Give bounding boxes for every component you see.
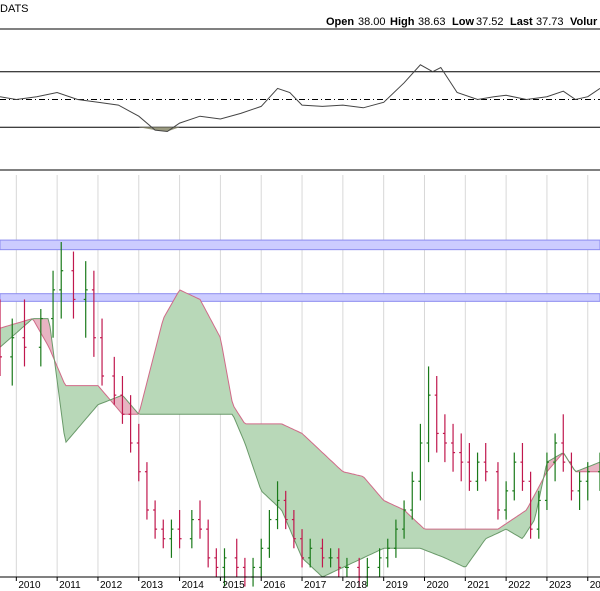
price-bar [169,519,174,558]
open-value: 38.00 [358,16,386,28]
price-bar [100,318,105,386]
high-label: High [390,16,415,28]
x-tick-label-2019: 2019 [386,580,409,591]
price-bar [520,443,525,491]
price-bar [569,452,574,501]
price-bar [451,423,456,472]
price-bar [577,471,582,510]
last-value: 37.73 [536,16,564,28]
price-bar [22,299,27,367]
x-tick-label-2016: 2016 [263,580,286,591]
price-bar [561,414,566,472]
symbol-label: DATS [0,3,29,15]
x-tick-label-2021: 2021 [467,580,490,591]
price-bar [512,452,517,501]
price-bar [475,452,480,491]
price-bar [177,510,182,549]
x-tick-label-2010: 2010 [18,580,41,591]
volume-label: Volur [570,16,598,28]
price-bar [136,423,141,482]
x-tick-label-2011: 2011 [59,580,81,591]
price-bar [442,414,447,463]
price-bar [426,366,431,463]
oscillator-panel [0,28,600,171]
price-bar [206,519,211,568]
price-bar [51,270,56,338]
ichimoku-price-chart: DATS Open 38.00 High 38.63 Low 37.52 Las… [0,0,600,591]
high-value: 38.63 [418,16,446,28]
price-bar [38,309,43,367]
price-bar [234,538,239,577]
x-tick-label-2020: 2020 [426,580,449,591]
price-bar [459,433,464,482]
x-tick-label-2015: 2015 [222,580,245,591]
resistance-band-0 [0,239,600,251]
price-bar [91,270,96,357]
x-tick-label-2018: 2018 [345,580,368,591]
price-bar [267,510,272,558]
cloud-segment-4 [140,290,544,577]
low-label: Low [452,16,474,28]
resistance-band-1 [0,293,600,302]
price-bar [434,376,439,453]
price-bar [189,510,194,549]
x-tick-label-2024: 2024 [590,580,600,591]
x-tick-label-2013: 2013 [141,580,164,591]
x-tick-label-2017: 2017 [304,580,327,591]
osc-oversold-fill [0,127,600,132]
price-bar [59,242,64,319]
open-label: Open [326,16,354,28]
price-bar [410,471,415,520]
last-label: Last [510,16,533,28]
price-bar [71,251,76,319]
price-bar [483,443,488,482]
osc-line [0,64,600,133]
price-panel: 2010 2011 2012 2013 2014 2015 2016 2017 2018 2019… [0,175,600,591]
price-bar [377,548,382,577]
x-tick-label-2014: 2014 [182,580,205,591]
price-bar [259,538,264,577]
price-bar [214,548,219,577]
price-bar [161,519,166,549]
price-bar [495,462,500,520]
low-value: 37.52 [476,16,504,28]
x-tick-label-2012: 2012 [100,580,123,591]
price-bar [251,557,256,587]
price-bar [467,443,472,491]
price-bar [418,423,423,501]
x-tick-label-2022: 2022 [508,580,531,591]
price-bar [504,481,509,520]
price-bar [144,462,149,520]
price-bar [198,500,202,539]
x-tick-label-2023: 2023 [549,580,572,591]
price-bar [153,500,158,539]
